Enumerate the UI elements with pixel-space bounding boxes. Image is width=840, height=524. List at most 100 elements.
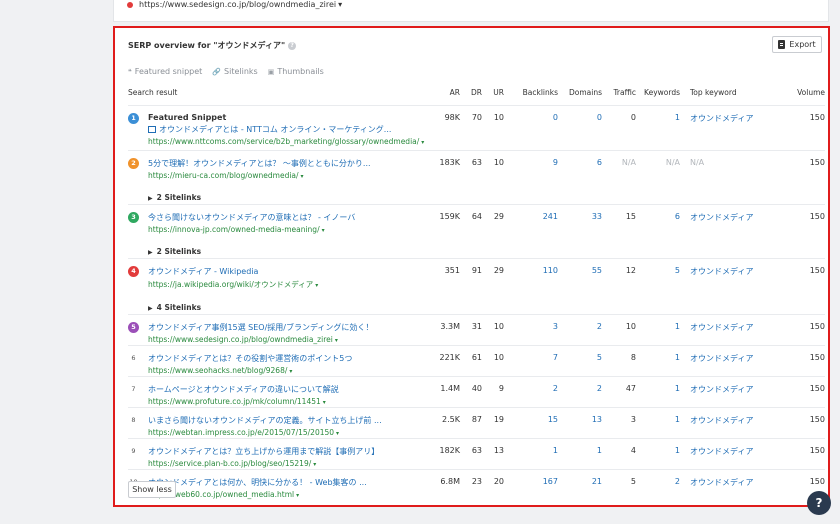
sitelinks-toggle[interactable]: ▶ 4 Sitelinks — [148, 303, 318, 312]
sitelinks-toggle[interactable]: ▶ 2 Sitelinks — [148, 247, 355, 256]
cell-keywords[interactable]: 1 — [636, 314, 680, 346]
help-chat-button[interactable]: ? — [807, 491, 831, 515]
result-title-link[interactable]: オウンドメディア - Wikipedia — [148, 266, 318, 277]
chevron-down-icon[interactable]: ▾ — [315, 282, 318, 289]
cell-keywords[interactable]: 1 — [636, 438, 680, 470]
cell-backlinks[interactable]: 9 — [504, 150, 558, 205]
cell-keywords[interactable]: 6 — [636, 204, 680, 259]
col-search-result[interactable]: Search result — [128, 88, 428, 106]
col-ar[interactable]: AR — [428, 88, 460, 106]
table-row: 10オウンドメディアとは何か、明快に分かる！ - Web集客の ...https… — [128, 469, 825, 501]
result-title-link[interactable]: 5分で理解！オウンドメディアとは？ ～事例とともに分かり... — [148, 158, 371, 169]
cell-domains[interactable]: 2 — [558, 314, 602, 346]
cell-keywords[interactable]: 5 — [636, 258, 680, 315]
cell-domains[interactable]: 21 — [558, 469, 602, 501]
cell-top-keyword[interactable]: オウンドメディア — [680, 407, 775, 439]
cell-backlinks[interactable]: 0 — [504, 105, 558, 151]
result-url[interactable]: https://innova-jp.com/owned-media-meanin… — [148, 225, 355, 234]
result-title-link[interactable]: 今さら聞けないオウンドメディアの意味とは？ - イノーバ — [148, 212, 355, 223]
cell-top-keyword[interactable]: オウンドメディア — [680, 105, 775, 151]
table-row: 2 5分で理解！オウンドメディアとは？ ～事例とともに分かり... https://… — [128, 150, 825, 205]
cell-top-keyword[interactable]: オウンドメディア — [680, 438, 775, 470]
chevron-down-icon[interactable]: ▾ — [322, 227, 325, 234]
cell-domains[interactable]: 55 — [558, 258, 602, 315]
cell-keywords[interactable]: 1 — [636, 105, 680, 151]
result-title-link[interactable]: オウンドメディアとは - NTTコム オンライン・マーケティング... — [159, 124, 391, 135]
chevron-down-icon[interactable]: ▾ — [336, 430, 339, 437]
cell-domains[interactable]: 5 — [558, 345, 602, 377]
chevron-down-icon[interactable]: ▾ — [421, 139, 424, 146]
cell-top-keyword[interactable]: オウンドメディア — [680, 469, 775, 501]
cell-backlinks[interactable]: 241 — [504, 204, 558, 259]
col-volume[interactable]: Volume — [775, 88, 825, 106]
result-title-link[interactable]: オウンドメディアとは？その役割や運営術のポイント5つ — [148, 353, 352, 364]
cell-keywords[interactable]: 1 — [636, 376, 680, 408]
col-backlinks[interactable]: Backlinks — [504, 88, 558, 106]
cell-backlinks[interactable]: 15 — [504, 407, 558, 439]
cell-ar: 182K — [428, 438, 460, 470]
result-url[interactable]: https://www.sedesign.co.jp/blog/owndmedi… — [148, 335, 373, 344]
chevron-down-icon[interactable]: ▾ — [296, 492, 299, 499]
cell-top-keyword[interactable]: オウンドメディア — [680, 314, 775, 346]
snippet-thumbnail-icon — [148, 126, 156, 133]
cell-domains[interactable]: 0 — [558, 105, 602, 151]
col-ur[interactable]: UR — [482, 88, 504, 106]
cell-volume: 150 — [775, 105, 825, 151]
cell-domains[interactable]: 6 — [558, 150, 602, 205]
result-url[interactable]: https://web60.co.jp/owned_media.html ▾ — [148, 490, 367, 499]
result-title-link[interactable]: いまさら聞けないオウンドメディアの定義。サイト立ち上げ前 ... — [148, 415, 382, 426]
cell-top-keyword[interactable]: オウンドメディア — [680, 204, 775, 259]
result-title-link[interactable]: オウンドメディアとは？立ち上げから運用まで解説【事例アリ】 — [148, 446, 379, 457]
cell-backlinks[interactable]: 3 — [504, 314, 558, 346]
result-url[interactable]: https://mieru-ca.com/blog/ownedmedia/▾ — [148, 171, 371, 180]
cell-top-keyword[interactable]: オウンドメディア — [680, 258, 775, 315]
result-url[interactable]: https://webtan.impress.co.jp/e/2015/07/1… — [148, 428, 382, 437]
col-top-keyword[interactable]: Top keyword — [680, 88, 775, 106]
result-url[interactable]: https://service.plan-b.co.jp/blog/seo/15… — [148, 459, 379, 468]
chevron-down-icon[interactable]: ▾ — [301, 173, 304, 180]
chevron-down-icon[interactable]: ▾ — [289, 368, 292, 375]
cell-keywords[interactable]: 1 — [636, 345, 680, 377]
cell-backlinks[interactable]: 2 — [504, 376, 558, 408]
result-title-link[interactable]: オウンドメディア事例15選 SEO/採用/ブランディングに効く！ — [148, 322, 373, 333]
help-icon[interactable]: ? — [288, 41, 297, 50]
cell-backlinks[interactable]: 110 — [504, 258, 558, 315]
result-url[interactable]: https://www.profuture.co.jp/mk/column/11… — [148, 397, 339, 406]
sitelinks-toggle[interactable]: ▶ 2 Sitelinks — [148, 193, 371, 202]
cell-backlinks[interactable]: 7 — [504, 345, 558, 377]
cell-backlinks[interactable]: 1 — [504, 438, 558, 470]
show-less-button[interactable]: Show less — [128, 481, 176, 498]
cell-domains[interactable]: 2 — [558, 376, 602, 408]
chevron-down-icon[interactable]: ▾ — [335, 337, 338, 344]
col-keywords[interactable]: Keywords — [636, 88, 680, 106]
cell-volume: 150 — [775, 204, 825, 259]
result-title-link[interactable]: ホームページとオウンドメディアの違いについて解説 — [148, 384, 339, 395]
cell-top-keyword[interactable]: オウンドメディア — [680, 376, 775, 408]
cell-volume: 150 — [775, 314, 825, 346]
result-url[interactable]: https://ja.wikipedia.org/wiki/オウンドメディア ▾ — [148, 279, 318, 290]
cell-keywords[interactable]: N/A — [636, 150, 680, 205]
col-traffic[interactable]: Traffic — [602, 88, 636, 106]
cell-top-keyword[interactable]: N/A — [680, 150, 775, 205]
result-url[interactable]: https://www.seohacks.net/blog/9268/▾ — [148, 366, 352, 375]
result-title-link[interactable]: オウンドメディアとは何か、明快に分かる！ - Web集客の ... — [148, 477, 367, 488]
result-url[interactable]: https://www.nttcoms.com/service/b2b_mark… — [148, 137, 424, 146]
cell-domains[interactable]: 13 — [558, 407, 602, 439]
cell-keywords[interactable]: 1 — [636, 407, 680, 439]
previous-result-url[interactable]: https://www.sedesign.co.jp/blog/owndmedi… — [139, 0, 342, 9]
col-dr[interactable]: DR — [460, 88, 482, 106]
cell-domains[interactable]: 33 — [558, 204, 602, 259]
cell-ur: 19 — [482, 407, 504, 439]
chevron-down-icon[interactable]: ▾ — [313, 461, 316, 468]
cell-traffic: N/A — [602, 150, 636, 205]
cell-top-keyword[interactable]: オウンドメディア — [680, 345, 775, 377]
chevron-down-icon[interactable]: ▾ — [323, 399, 326, 406]
cell-domains[interactable]: 1 — [558, 438, 602, 470]
cell-keywords[interactable]: 2 — [636, 469, 680, 501]
serp-features-legend: ❝ Featured snippet 🔗 Sitelinks ▣ Thumbna… — [128, 67, 324, 76]
featured-snippet-icon: ❝ — [128, 67, 132, 76]
col-domains[interactable]: Domains — [558, 88, 602, 106]
cell-backlinks[interactable]: 167 — [504, 469, 558, 501]
rank-badge: 1 — [128, 113, 139, 124]
export-button[interactable]: Export — [772, 36, 822, 53]
